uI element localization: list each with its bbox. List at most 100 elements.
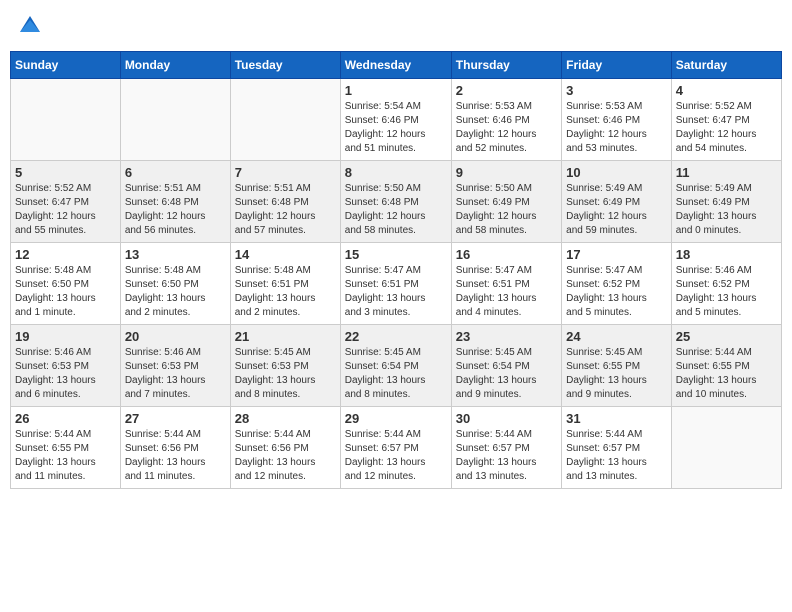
- day-info: Sunrise: 5:46 AM Sunset: 6:53 PM Dayligh…: [15, 346, 116, 402]
- day-number: 22: [345, 329, 447, 344]
- day-number: 23: [456, 329, 557, 344]
- day-info: Sunrise: 5:50 AM Sunset: 6:49 PM Dayligh…: [456, 182, 557, 238]
- day-info: Sunrise: 5:51 AM Sunset: 6:48 PM Dayligh…: [235, 182, 336, 238]
- day-number: 19: [15, 329, 116, 344]
- day-info: Sunrise: 5:48 AM Sunset: 6:50 PM Dayligh…: [15, 264, 116, 320]
- day-number: 14: [235, 247, 336, 262]
- calendar-day-cell: [11, 79, 121, 161]
- day-number: 21: [235, 329, 336, 344]
- calendar-header-row: SundayMondayTuesdayWednesdayThursdayFrid…: [11, 52, 782, 79]
- column-header-thursday: Thursday: [451, 52, 561, 79]
- calendar-day-cell: 21 Sunrise: 5:45 AM Sunset: 6:53 PM Dayli…: [230, 325, 340, 407]
- calendar-day-cell: 26Sunrise: 5:44 AM Sunset: 6:55 PM Dayli…: [11, 407, 121, 489]
- page-header: [10, 10, 782, 43]
- day-number: 20: [125, 329, 226, 344]
- calendar-day-cell: 16Sunrise: 5:47 AM Sunset: 6:51 PM Dayli…: [451, 243, 561, 325]
- column-header-monday: Monday: [120, 52, 230, 79]
- calendar-week-row: 19 Sunrise: 5:46 AM Sunset: 6:53 PM Dayli…: [11, 325, 782, 407]
- day-info: Sunrise: 5:50 AM Sunset: 6:48 PM Dayligh…: [345, 182, 447, 238]
- calendar-day-cell: 3 Sunrise: 5:53 AM Sunset: 6:46 PM Daylig…: [562, 79, 672, 161]
- logo: [14, 10, 44, 43]
- column-header-sunday: Sunday: [11, 52, 121, 79]
- day-info: Sunrise: 5:44 AM Sunset: 6:57 PM Dayligh…: [456, 428, 557, 484]
- column-header-tuesday: Tuesday: [230, 52, 340, 79]
- calendar-day-cell: 28 Sunrise: 5:44 AM Sunset: 6:56 PM Dayli…: [230, 407, 340, 489]
- logo-text: [14, 10, 44, 43]
- day-info: Sunrise: 5:47 AM Sunset: 6:51 PM Dayligh…: [345, 264, 447, 320]
- calendar-day-cell: 14 Sunrise: 5:48 AM Sunset: 6:51 PM Dayli…: [230, 243, 340, 325]
- calendar-day-cell: 8 Sunrise: 5:50 AM Sunset: 6:48 PM Daylig…: [340, 161, 451, 243]
- day-number: 13: [125, 247, 226, 262]
- day-number: 5: [15, 165, 116, 180]
- day-info: Sunrise: 5:53 AM Sunset: 6:46 PM Dayligh…: [566, 100, 667, 156]
- calendar-day-cell: 31 Sunrise: 5:44 AM Sunset: 6:57 PM Dayli…: [562, 407, 672, 489]
- calendar-day-cell: 17 Sunrise: 5:47 AM Sunset: 6:52 PM Dayli…: [562, 243, 672, 325]
- day-info: Sunrise: 5:45 AM Sunset: 6:53 PM Dayligh…: [235, 346, 336, 402]
- calendar-day-cell: 27 Sunrise: 5:44 AM Sunset: 6:56 PM Dayli…: [120, 407, 230, 489]
- day-info: Sunrise: 5:46 AM Sunset: 6:53 PM Dayligh…: [125, 346, 226, 402]
- day-number: 17: [566, 247, 667, 262]
- column-header-friday: Friday: [562, 52, 672, 79]
- calendar-week-row: 1 Sunrise: 5:54 AM Sunset: 6:46 PM Daylig…: [11, 79, 782, 161]
- day-info: Sunrise: 5:52 AM Sunset: 6:47 PM Dayligh…: [676, 100, 777, 156]
- calendar-day-cell: 4 Sunrise: 5:52 AM Sunset: 6:47 PM Daylig…: [671, 79, 781, 161]
- calendar-day-cell: 13 Sunrise: 5:48 AM Sunset: 6:50 PM Dayli…: [120, 243, 230, 325]
- calendar-day-cell: 9 Sunrise: 5:50 AM Sunset: 6:49 PM Daylig…: [451, 161, 561, 243]
- day-info: Sunrise: 5:44 AM Sunset: 6:56 PM Dayligh…: [235, 428, 336, 484]
- calendar-day-cell: 11Sunrise: 5:49 AM Sunset: 6:49 PM Dayli…: [671, 161, 781, 243]
- calendar-day-cell: 10 Sunrise: 5:49 AM Sunset: 6:49 PM Dayli…: [562, 161, 672, 243]
- day-number: 28: [235, 411, 336, 426]
- calendar-day-cell: 2Sunrise: 5:53 AM Sunset: 6:46 PM Daylig…: [451, 79, 561, 161]
- day-number: 18: [676, 247, 777, 262]
- day-info: Sunrise: 5:44 AM Sunset: 6:55 PM Dayligh…: [676, 346, 777, 402]
- day-info: Sunrise: 5:44 AM Sunset: 6:56 PM Dayligh…: [125, 428, 226, 484]
- calendar-day-cell: 7 Sunrise: 5:51 AM Sunset: 6:48 PM Daylig…: [230, 161, 340, 243]
- day-number: 6: [125, 165, 226, 180]
- calendar-day-cell: [671, 407, 781, 489]
- day-info: Sunrise: 5:45 AM Sunset: 6:55 PM Dayligh…: [566, 346, 667, 402]
- column-header-wednesday: Wednesday: [340, 52, 451, 79]
- calendar-day-cell: 12 Sunrise: 5:48 AM Sunset: 6:50 PM Dayli…: [11, 243, 121, 325]
- day-info: Sunrise: 5:52 AM Sunset: 6:47 PM Dayligh…: [15, 182, 116, 238]
- calendar-day-cell: 23Sunrise: 5:45 AM Sunset: 6:54 PM Dayli…: [451, 325, 561, 407]
- day-info: Sunrise: 5:51 AM Sunset: 6:48 PM Dayligh…: [125, 182, 226, 238]
- day-number: 10: [566, 165, 667, 180]
- calendar-day-cell: 15 Sunrise: 5:47 AM Sunset: 6:51 PM Dayli…: [340, 243, 451, 325]
- day-number: 27: [125, 411, 226, 426]
- day-info: Sunrise: 5:48 AM Sunset: 6:50 PM Dayligh…: [125, 264, 226, 320]
- day-info: Sunrise: 5:44 AM Sunset: 6:57 PM Dayligh…: [345, 428, 447, 484]
- day-info: Sunrise: 5:48 AM Sunset: 6:51 PM Dayligh…: [235, 264, 336, 320]
- calendar-table: SundayMondayTuesdayWednesdayThursdayFrid…: [10, 51, 782, 489]
- calendar-day-cell: 19 Sunrise: 5:46 AM Sunset: 6:53 PM Dayli…: [11, 325, 121, 407]
- calendar-day-cell: 5 Sunrise: 5:52 AM Sunset: 6:47 PM Daylig…: [11, 161, 121, 243]
- calendar-day-cell: 20 Sunrise: 5:46 AM Sunset: 6:53 PM Dayli…: [120, 325, 230, 407]
- day-number: 9: [456, 165, 557, 180]
- calendar-day-cell: [120, 79, 230, 161]
- day-number: 24: [566, 329, 667, 344]
- day-number: 12: [15, 247, 116, 262]
- calendar-week-row: 5 Sunrise: 5:52 AM Sunset: 6:47 PM Daylig…: [11, 161, 782, 243]
- calendar-week-row: 26Sunrise: 5:44 AM Sunset: 6:55 PM Dayli…: [11, 407, 782, 489]
- calendar-week-row: 12 Sunrise: 5:48 AM Sunset: 6:50 PM Dayli…: [11, 243, 782, 325]
- day-number: 2: [456, 83, 557, 98]
- day-number: 31: [566, 411, 667, 426]
- day-info: Sunrise: 5:44 AM Sunset: 6:57 PM Dayligh…: [566, 428, 667, 484]
- day-info: Sunrise: 5:49 AM Sunset: 6:49 PM Dayligh…: [566, 182, 667, 238]
- day-number: 15: [345, 247, 447, 262]
- calendar-day-cell: 29Sunrise: 5:44 AM Sunset: 6:57 PM Dayli…: [340, 407, 451, 489]
- calendar-day-cell: 18 Sunrise: 5:46 AM Sunset: 6:52 PM Dayli…: [671, 243, 781, 325]
- day-number: 7: [235, 165, 336, 180]
- day-number: 30: [456, 411, 557, 426]
- day-info: Sunrise: 5:47 AM Sunset: 6:52 PM Dayligh…: [566, 264, 667, 320]
- logo-icon: [16, 10, 44, 38]
- day-number: 1: [345, 83, 447, 98]
- calendar-day-cell: 6 Sunrise: 5:51 AM Sunset: 6:48 PM Daylig…: [120, 161, 230, 243]
- day-number: 8: [345, 165, 447, 180]
- day-number: 4: [676, 83, 777, 98]
- day-info: Sunrise: 5:54 AM Sunset: 6:46 PM Dayligh…: [345, 100, 447, 156]
- day-number: 16: [456, 247, 557, 262]
- calendar-day-cell: 30 Sunrise: 5:44 AM Sunset: 6:57 PM Dayli…: [451, 407, 561, 489]
- day-number: 3: [566, 83, 667, 98]
- calendar-day-cell: 25Sunrise: 5:44 AM Sunset: 6:55 PM Dayli…: [671, 325, 781, 407]
- day-info: Sunrise: 5:46 AM Sunset: 6:52 PM Dayligh…: [676, 264, 777, 320]
